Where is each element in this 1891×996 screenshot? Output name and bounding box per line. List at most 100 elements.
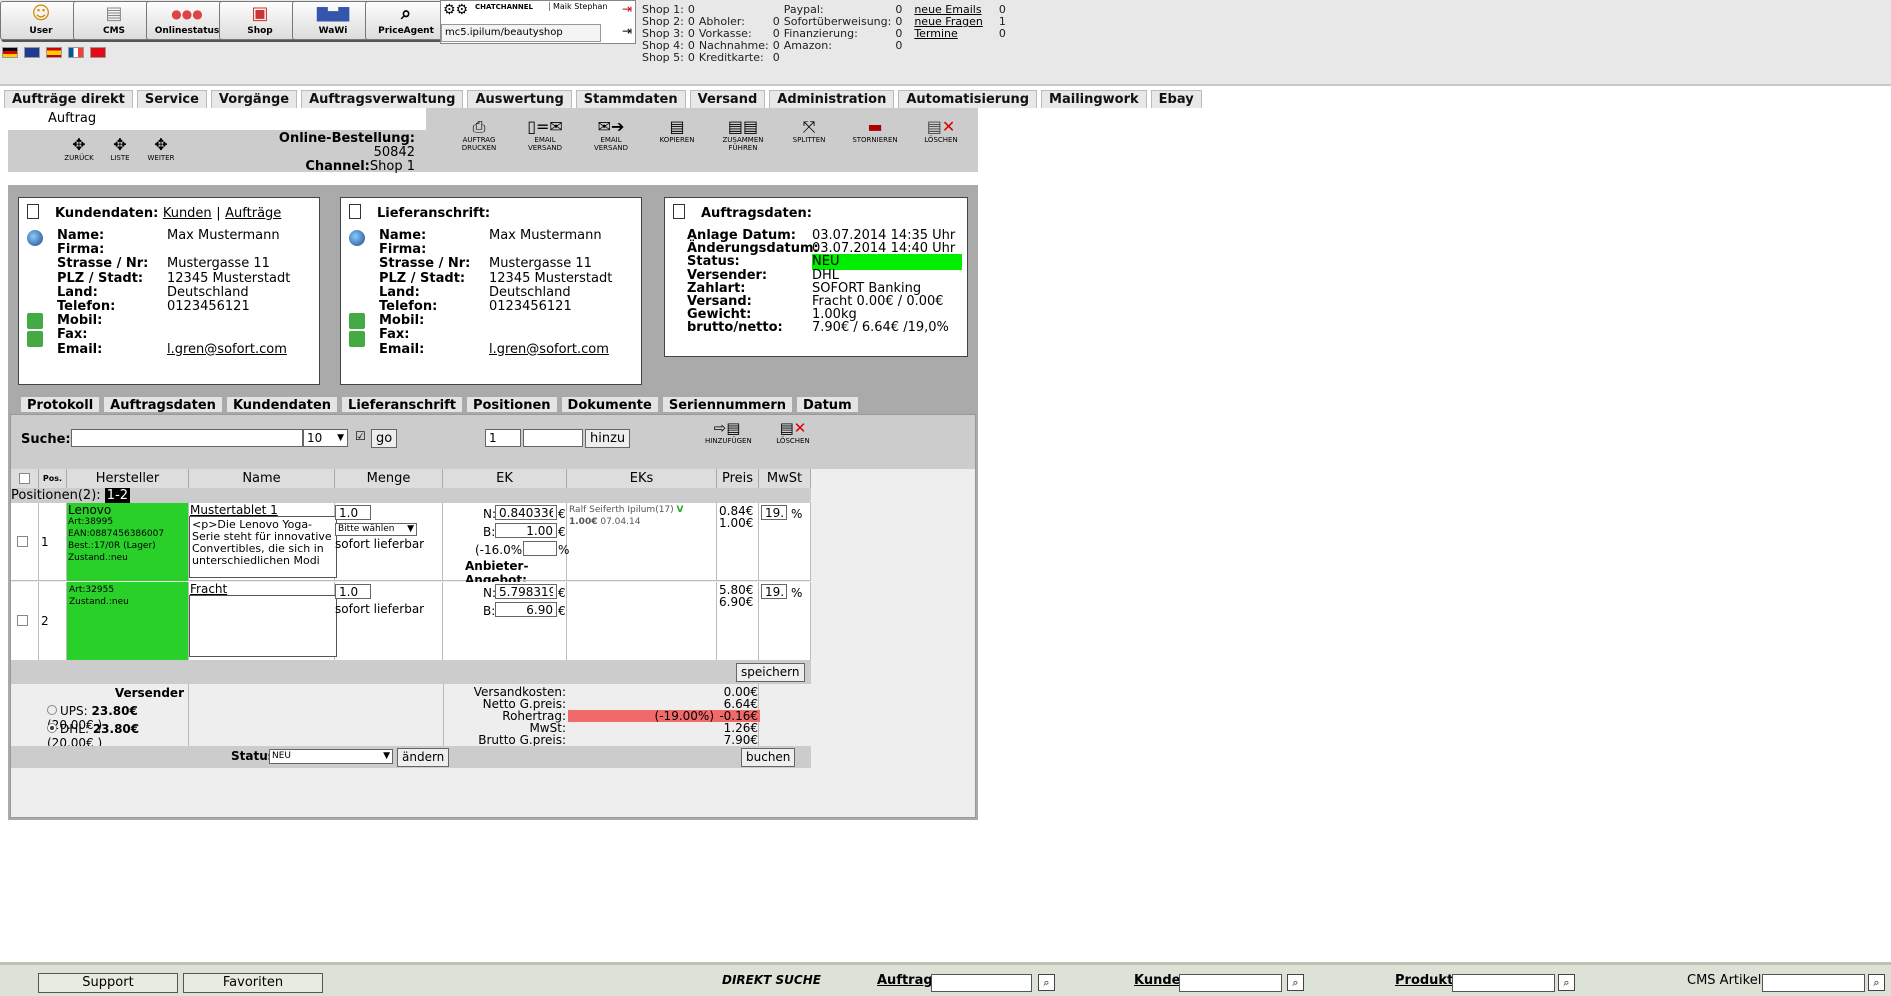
delete-button[interactable]: ▤✕ LÖSCHEN [916, 118, 966, 145]
add-button[interactable]: hinzu [585, 429, 631, 448]
nav-tab-6[interactable]: Versand [689, 90, 766, 108]
order-search-input[interactable] [931, 974, 1032, 992]
orders-link[interactable]: Aufträge [225, 206, 281, 221]
book-button[interactable]: buchen [741, 748, 796, 767]
go-button[interactable]: go [371, 429, 398, 448]
detail-tab-5[interactable]: Dokumente [560, 396, 659, 413]
merge-button[interactable]: ▤▤ ZUSAMMEN FÜHREN [718, 118, 768, 153]
email-forward-button[interactable]: ✉➔ EMAIL VERSAND [586, 118, 636, 153]
customers-link[interactable]: Kunden [163, 206, 212, 221]
flag-de-icon[interactable] [2, 47, 18, 58]
delete-position-button[interactable]: ▤✕ LÖSCHEN [771, 419, 815, 445]
page-range[interactable]: 1-2 [104, 488, 131, 503]
detail-tab-3[interactable]: Lieferanschrift [341, 396, 463, 413]
ek-net-input[interactable] [495, 505, 557, 520]
quantity-input[interactable] [335, 584, 371, 599]
print-order-button[interactable]: ⎙ AUFTRAG DRUCKEN [454, 118, 504, 153]
checkbox-icon[interactable]: ☑ [355, 429, 366, 443]
field-value[interactable]: l.gren@sofort.com [167, 342, 287, 358]
flag-es-icon[interactable] [46, 47, 62, 58]
detail-tab-6[interactable]: Seriennummern [661, 396, 794, 413]
flag-en-icon[interactable] [24, 47, 40, 58]
quantity-input[interactable] [485, 429, 521, 447]
quantity-input[interactable] [335, 505, 371, 520]
change-status-button[interactable]: ändern [397, 748, 450, 767]
phone-icon[interactable] [27, 313, 43, 329]
app-label: PriceAgent [378, 26, 434, 36]
split-button[interactable]: ⤧ SPLITTEN [784, 118, 834, 145]
app-user-button[interactable]: ☺ User [0, 1, 82, 40]
discount-input[interactable] [523, 541, 557, 556]
vat-input[interactable] [761, 584, 787, 599]
description-textarea[interactable]: <p>Die Lenovo Yoga-Serie steht für innov… [189, 516, 337, 578]
article-input[interactable] [523, 429, 583, 447]
next-button[interactable]: ✥ WEITER [136, 136, 186, 163]
nav-tab-4[interactable]: Auswertung [467, 90, 572, 108]
app-cms-button[interactable]: ▤ CMS [73, 1, 155, 40]
search-input[interactable] [71, 429, 303, 447]
globe-icon[interactable] [349, 230, 365, 246]
phone-icon[interactable] [349, 313, 365, 329]
per-page-select[interactable]: 10 ▼ [303, 429, 348, 447]
field-value[interactable]: l.gren@sofort.com [489, 342, 609, 358]
logout-icon[interactable]: ⇥ [622, 2, 632, 16]
row-checkbox[interactable] [17, 615, 28, 626]
vat-input[interactable] [761, 505, 787, 520]
app-onlinestatus-button[interactable]: ●●● Onlinestatus [146, 1, 228, 40]
nav-tab-5[interactable]: Stammdaten [575, 90, 686, 108]
description-textarea[interactable] [189, 595, 337, 657]
nav-tab-0[interactable]: Aufträge direkt [4, 90, 133, 108]
search-icon[interactable]: ⌕ [1558, 974, 1575, 991]
app-wawi-button[interactable]: ▇▅▇ WaWi [292, 1, 374, 40]
ek-gross-input[interactable] [495, 523, 557, 538]
copy-button[interactable]: ▤ KOPIEREN [652, 118, 702, 145]
nav-tab-7[interactable]: Administration [769, 90, 895, 108]
switch-icon[interactable]: ⇥ [622, 24, 632, 38]
support-button[interactable]: Support [38, 973, 178, 993]
cms-article-input[interactable] [1762, 974, 1865, 992]
search-icon[interactable]: ⌕ [1287, 974, 1304, 991]
app-priceagent-button[interactable]: ⌕ PriceAgent [365, 1, 447, 40]
detail-tab-1[interactable]: Auftragsdaten [103, 396, 223, 413]
detail-tab-4[interactable]: Positionen [465, 396, 558, 413]
mobile-icon[interactable] [27, 331, 43, 347]
availability-select[interactable]: Bitte wählen ▼ [335, 523, 417, 536]
article-name-link[interactable]: Mustertablet 1 [189, 503, 334, 517]
document-icon [349, 204, 361, 219]
ek-net-input[interactable] [495, 584, 557, 599]
col-preis: Preis [717, 469, 759, 488]
save-button[interactable]: speichern [736, 663, 805, 682]
globe-icon[interactable] [27, 230, 43, 246]
detail-tab-7[interactable]: Datum [796, 396, 859, 413]
nav-tab-1[interactable]: Service [136, 90, 207, 108]
product-search-input[interactable] [1452, 974, 1555, 992]
email-send-button[interactable]: ▯=✉ EMAIL VERSAND [520, 118, 570, 153]
mobile-icon[interactable] [349, 331, 365, 347]
shop-url[interactable]: mc5.ipilum/beautyshop [441, 24, 601, 42]
flag-fr-icon[interactable] [68, 47, 84, 58]
shop-stat-label3: Amazon: [783, 39, 832, 52]
nav-tab-2[interactable]: Vorgänge [210, 90, 298, 108]
favorites-button[interactable]: Favoriten [183, 973, 323, 993]
shop-stat-link[interactable]: Termine [914, 27, 957, 40]
traffic-light-icon: ●●● [171, 7, 203, 21]
detail-tab-2[interactable]: Kundendaten [225, 396, 339, 413]
article-name-link[interactable]: Fracht [189, 582, 334, 596]
add-position-button[interactable]: ⇨▤ HINZUFÜGEN [705, 419, 752, 445]
cancel-order-button[interactable]: ▬ STORNIEREN [850, 118, 900, 145]
nav-tab-8[interactable]: Automatisierung [898, 90, 1038, 108]
search-icon[interactable]: ⌕ [1868, 974, 1885, 991]
nav-tab-10[interactable]: Ebay [1150, 90, 1202, 108]
order-panel: Kundendaten: Kunden | Aufträge Name: Max … [8, 185, 978, 820]
ek-gross-input[interactable] [495, 602, 557, 617]
search-icon[interactable]: ⌕ [1038, 974, 1055, 991]
row-checkbox[interactable] [17, 536, 28, 547]
app-shop-button[interactable]: ▣ Shop [219, 1, 301, 40]
nav-tab-3[interactable]: Auftragsverwaltung [301, 90, 464, 108]
customer-search-input[interactable] [1179, 974, 1282, 992]
nav-tab-9[interactable]: Mailingwork [1041, 90, 1147, 108]
status-select[interactable]: NEU ▼ [269, 749, 393, 764]
detail-tab-0[interactable]: Protokoll [20, 396, 101, 413]
select-all-checkbox[interactable] [19, 473, 30, 484]
flag-tr-icon[interactable] [90, 47, 106, 58]
